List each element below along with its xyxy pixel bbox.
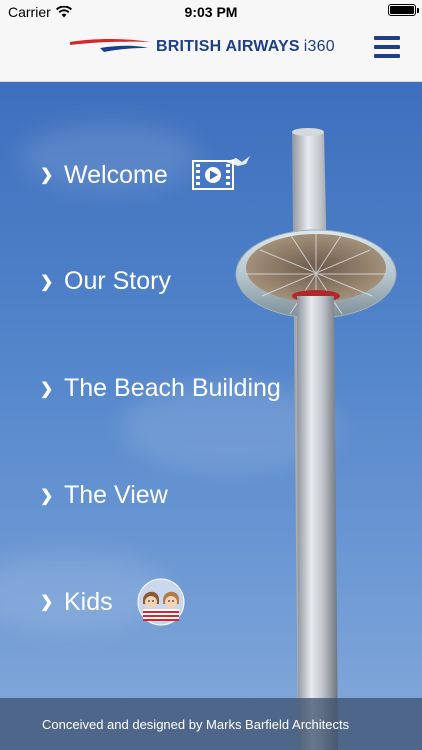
hamburger-menu-icon[interactable] <box>374 36 400 58</box>
chevron-right-icon: ❯ <box>40 273 54 291</box>
app-header: BRITISH AIRWAYS i360 <box>0 24 422 82</box>
footer-credit: Conceived and designed by Marks Barfield… <box>0 698 422 750</box>
menu-bar <box>374 54 400 58</box>
battery-icon <box>388 4 419 16</box>
battery-fill <box>390 6 414 14</box>
chevron-right-icon: ❯ <box>40 380 54 398</box>
nav-item-label: The Beach Building <box>64 374 281 402</box>
brand-title: BRITISH AIRWAYS i360 <box>156 38 335 56</box>
footer-text: Conceived and designed by Marks Barfield… <box>42 716 350 732</box>
hero-background: ❯ Welcome ❯ Our Story ❯ The Beach Buildi… <box>0 82 422 750</box>
brand-sub: i360 <box>303 38 335 55</box>
nav-item-our-story[interactable]: ❯ Our Story <box>40 267 171 296</box>
status-time: 9:03 PM <box>184 4 238 20</box>
nav-item-label: Our Story <box>64 267 171 295</box>
chevron-right-icon: ❯ <box>40 167 54 184</box>
chevron-right-icon: ❯ <box>40 594 54 611</box>
nav-item-label: Kids <box>64 587 113 616</box>
video-play-icon[interactable] <box>191 160 234 190</box>
menu-bar <box>374 36 400 40</box>
status-right <box>388 4 419 16</box>
chevron-right-icon: ❯ <box>40 487 54 505</box>
menu-bar <box>374 45 400 49</box>
speedmarque-icon <box>70 39 150 52</box>
kids-avatar-icon[interactable] <box>137 578 185 626</box>
nav-item-beach-building[interactable]: ❯ The Beach Building <box>40 374 281 403</box>
status-bar: Carrier 9:03 PM <box>0 0 422 24</box>
nav-item-the-view[interactable]: ❯ The View <box>40 481 168 510</box>
nav-item-label: Welcome <box>64 160 168 189</box>
nav-item-kids[interactable]: ❯ Kids <box>40 578 185 626</box>
nav-item-label: The View <box>64 481 168 509</box>
nav-item-welcome[interactable]: ❯ Welcome <box>40 160 234 190</box>
brand-main: BRITISH AIRWAYS <box>156 38 300 55</box>
